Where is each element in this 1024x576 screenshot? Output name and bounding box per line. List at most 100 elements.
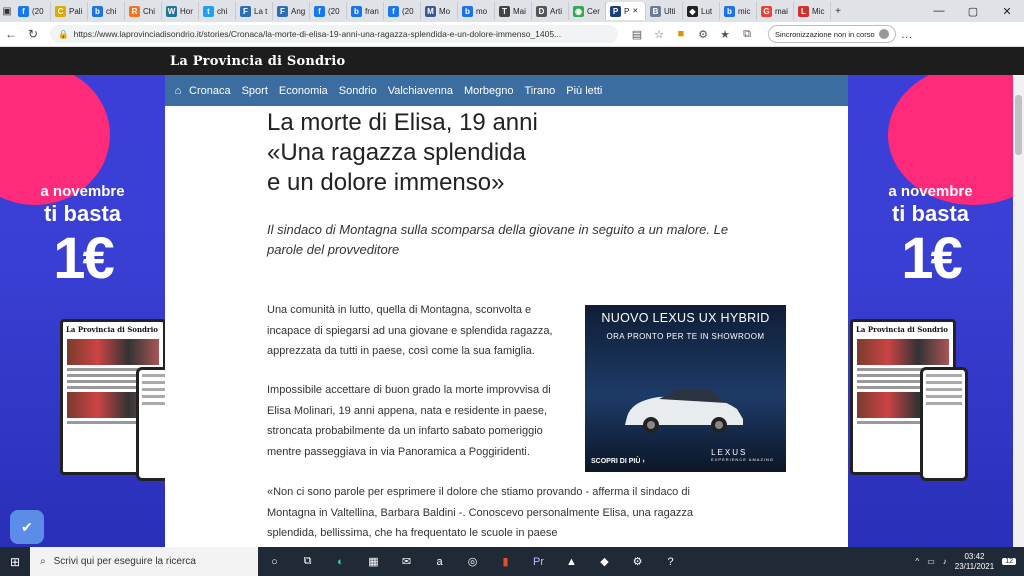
network-icon[interactable]: ▭ — [927, 557, 935, 566]
nav-item-sport[interactable]: Sport — [242, 85, 268, 97]
browser-tab[interactable]: b chi — [88, 2, 125, 20]
page-scrollbar[interactable] — [1013, 75, 1024, 547]
browser-tab[interactable]: W Hor — [162, 2, 199, 20]
browser-tab-label: Cer — [587, 6, 600, 16]
browser-tab[interactable]: b mic — [720, 2, 757, 20]
paint-icon[interactable]: ◆ — [588, 555, 621, 568]
tab-actions-icon[interactable]: ▣ — [0, 6, 14, 17]
close-tab-icon[interactable]: ✕ — [632, 7, 638, 15]
browser-tab[interactable]: ◆ Lut — [683, 2, 720, 20]
browser-tab[interactable]: B Ulti — [646, 2, 683, 20]
facebook-icon: f — [388, 5, 399, 17]
browser-tab[interactable]: M Mo — [421, 2, 458, 20]
cortana-icon[interactable]: ○ — [258, 556, 291, 568]
mail-icon[interactable]: ✉ — [390, 555, 423, 568]
browser-tab[interactable]: F Ang — [273, 2, 310, 20]
nav-item-tirano[interactable]: Tirano — [525, 85, 556, 97]
tab-list: f (20 C Pali b chi R Chi W Hor t chi F La t F Ang f (20 b f… — [14, 2, 831, 20]
volume-icon[interactable]: ♪ — [943, 557, 947, 566]
r-icon: R — [129, 5, 140, 17]
amazon-icon[interactable]: a — [423, 556, 456, 568]
premiere-icon[interactable]: Pr — [522, 556, 555, 568]
car-image — [625, 389, 743, 433]
reader-view-icon[interactable]: ▤ — [626, 28, 648, 41]
browser-tab[interactable]: D Arti — [532, 2, 569, 20]
nav-item-sondrio[interactable]: Sondrio — [339, 85, 377, 97]
nav-item-economia[interactable]: Economia — [279, 85, 328, 97]
menu-icon[interactable]: … — [896, 27, 918, 41]
article-headline: La morte di Elisa, 19 anni «Una ragazza … — [267, 108, 587, 198]
ad-line1: a novembre — [40, 183, 125, 200]
lexus-tagline: EXPERIENCE AMAZING — [711, 457, 774, 462]
browser-tab-label: P — [624, 6, 630, 16]
browser-tab[interactable]: R Chi — [125, 2, 162, 20]
url-text: https://www.laprovinciadisondrio.it/stor… — [73, 29, 562, 39]
article: La morte di Elisa, 19 anni «Una ragazza … — [165, 106, 848, 547]
browser-tab[interactable]: F La t — [236, 2, 273, 20]
office-icon[interactable]: ▮ — [489, 555, 522, 568]
task-view-icon[interactable]: ⧉ — [291, 555, 324, 568]
browser-tab[interactable]: P P ✕ — [606, 2, 646, 20]
article-paragraph: Impossibile accettare di buon grado la m… — [267, 384, 551, 458]
site-logo[interactable]: La Provincia di Sondrio — [170, 54, 345, 69]
browser-tab[interactable]: b mo — [458, 2, 495, 20]
lock-icon: 🔒 — [58, 28, 69, 39]
floating-shield-button[interactable]: ✔ — [10, 510, 44, 544]
nav-item-valchiavenna[interactable]: Valchiavenna — [388, 85, 453, 97]
browser-tab-label: Mai — [513, 6, 526, 16]
edge-icon[interactable]: ◐ — [324, 556, 357, 568]
favorites-icon[interactable]: ★ — [714, 28, 736, 41]
facebook-icon: f — [314, 5, 325, 17]
help-icon[interactable]: ? — [654, 556, 687, 568]
right-side-ad[interactable]: a novembre ti basta 1€ La Provincia di S… — [848, 75, 1013, 547]
browser-tab[interactable]: C Pali — [51, 2, 88, 20]
paper-title: La Provincia di Sondrio — [66, 325, 158, 334]
store-icon[interactable]: ▦ — [357, 555, 390, 568]
browser-tab[interactable]: f (20 — [384, 2, 421, 20]
collections-icon[interactable]: ⧉ — [736, 28, 758, 41]
lexus-ad[interactable]: NUOVO LEXUS UX HYBRID ORA PRONTO PER TE … — [585, 305, 786, 472]
browser-tab[interactable]: t chi — [199, 2, 236, 20]
bs-icon: B — [650, 5, 661, 17]
nav-item-cronaca[interactable]: Cronaca — [189, 85, 231, 97]
browser-tab[interactable]: L Mic — [794, 2, 831, 20]
b-icon: b — [724, 5, 735, 17]
left-side-ad[interactable]: a novembre ti basta 1€ La Provincia di S… — [0, 75, 165, 547]
extension-badge-icon[interactable]: ■ — [670, 28, 692, 41]
address-bar[interactable]: 🔒 https://www.laprovinciadisondrio.it/st… — [50, 25, 618, 43]
reload-icon[interactable]: ↻ — [22, 27, 44, 41]
tray-chevron-icon[interactable]: ^ — [915, 557, 919, 566]
back-icon[interactable]: ← — [0, 27, 22, 41]
new-tab-button[interactable]: + — [831, 6, 845, 17]
browser-tab[interactable]: f (20 — [310, 2, 347, 20]
clock[interactable]: 03:42 23/11/2021 — [955, 552, 994, 572]
lexus-cta[interactable]: SCOPRI DI PIÙ › — [591, 458, 645, 465]
home-icon[interactable]: ⌂ — [167, 85, 189, 97]
scrollbar-thumb[interactable] — [1015, 95, 1022, 155]
ad-price: 1€ — [53, 226, 115, 291]
sync-button[interactable]: Sincronizzazione non in corso — [768, 25, 896, 43]
taskbar-search[interactable]: ⌕ Scrivi qui per eseguire la ricerca — [30, 547, 258, 576]
close-window-icon[interactable]: ✕ — [990, 5, 1024, 18]
nav-item-morbegno[interactable]: Morbegno — [464, 85, 514, 97]
f-icon: F — [277, 5, 288, 17]
profile-avatar — [878, 29, 889, 39]
photos-icon[interactable]: ▲ — [555, 556, 588, 568]
browser-tab[interactable]: f (20 — [14, 2, 51, 20]
nav-item-piu-letti[interactable]: Più letti — [566, 85, 602, 97]
favorite-star-icon[interactable]: ☆ — [648, 28, 670, 41]
browser-tab[interactable]: ◉ Cer — [569, 2, 606, 20]
headline-line: La morte di Elisa, 19 anni — [267, 109, 538, 136]
chrome-icon[interactable]: ◎ — [456, 555, 489, 568]
browser-tab[interactable]: Gmai — [757, 2, 794, 20]
browser-tab-label: chi — [106, 6, 117, 16]
maximize-icon[interactable]: ▢ — [956, 5, 990, 18]
windows-start-icon[interactable]: ⊞ — [0, 555, 30, 569]
window-controls: — ▢ ✕ — [922, 5, 1024, 18]
notification-count[interactable]: 12 — [1002, 558, 1016, 565]
browser-tab[interactable]: T Mai — [495, 2, 532, 20]
extensions-icon[interactable]: ⚙ — [692, 28, 714, 41]
minimize-icon[interactable]: — — [922, 5, 956, 18]
settings-icon[interactable]: ⚙ — [621, 555, 654, 568]
browser-tab[interactable]: b fran — [347, 2, 384, 20]
